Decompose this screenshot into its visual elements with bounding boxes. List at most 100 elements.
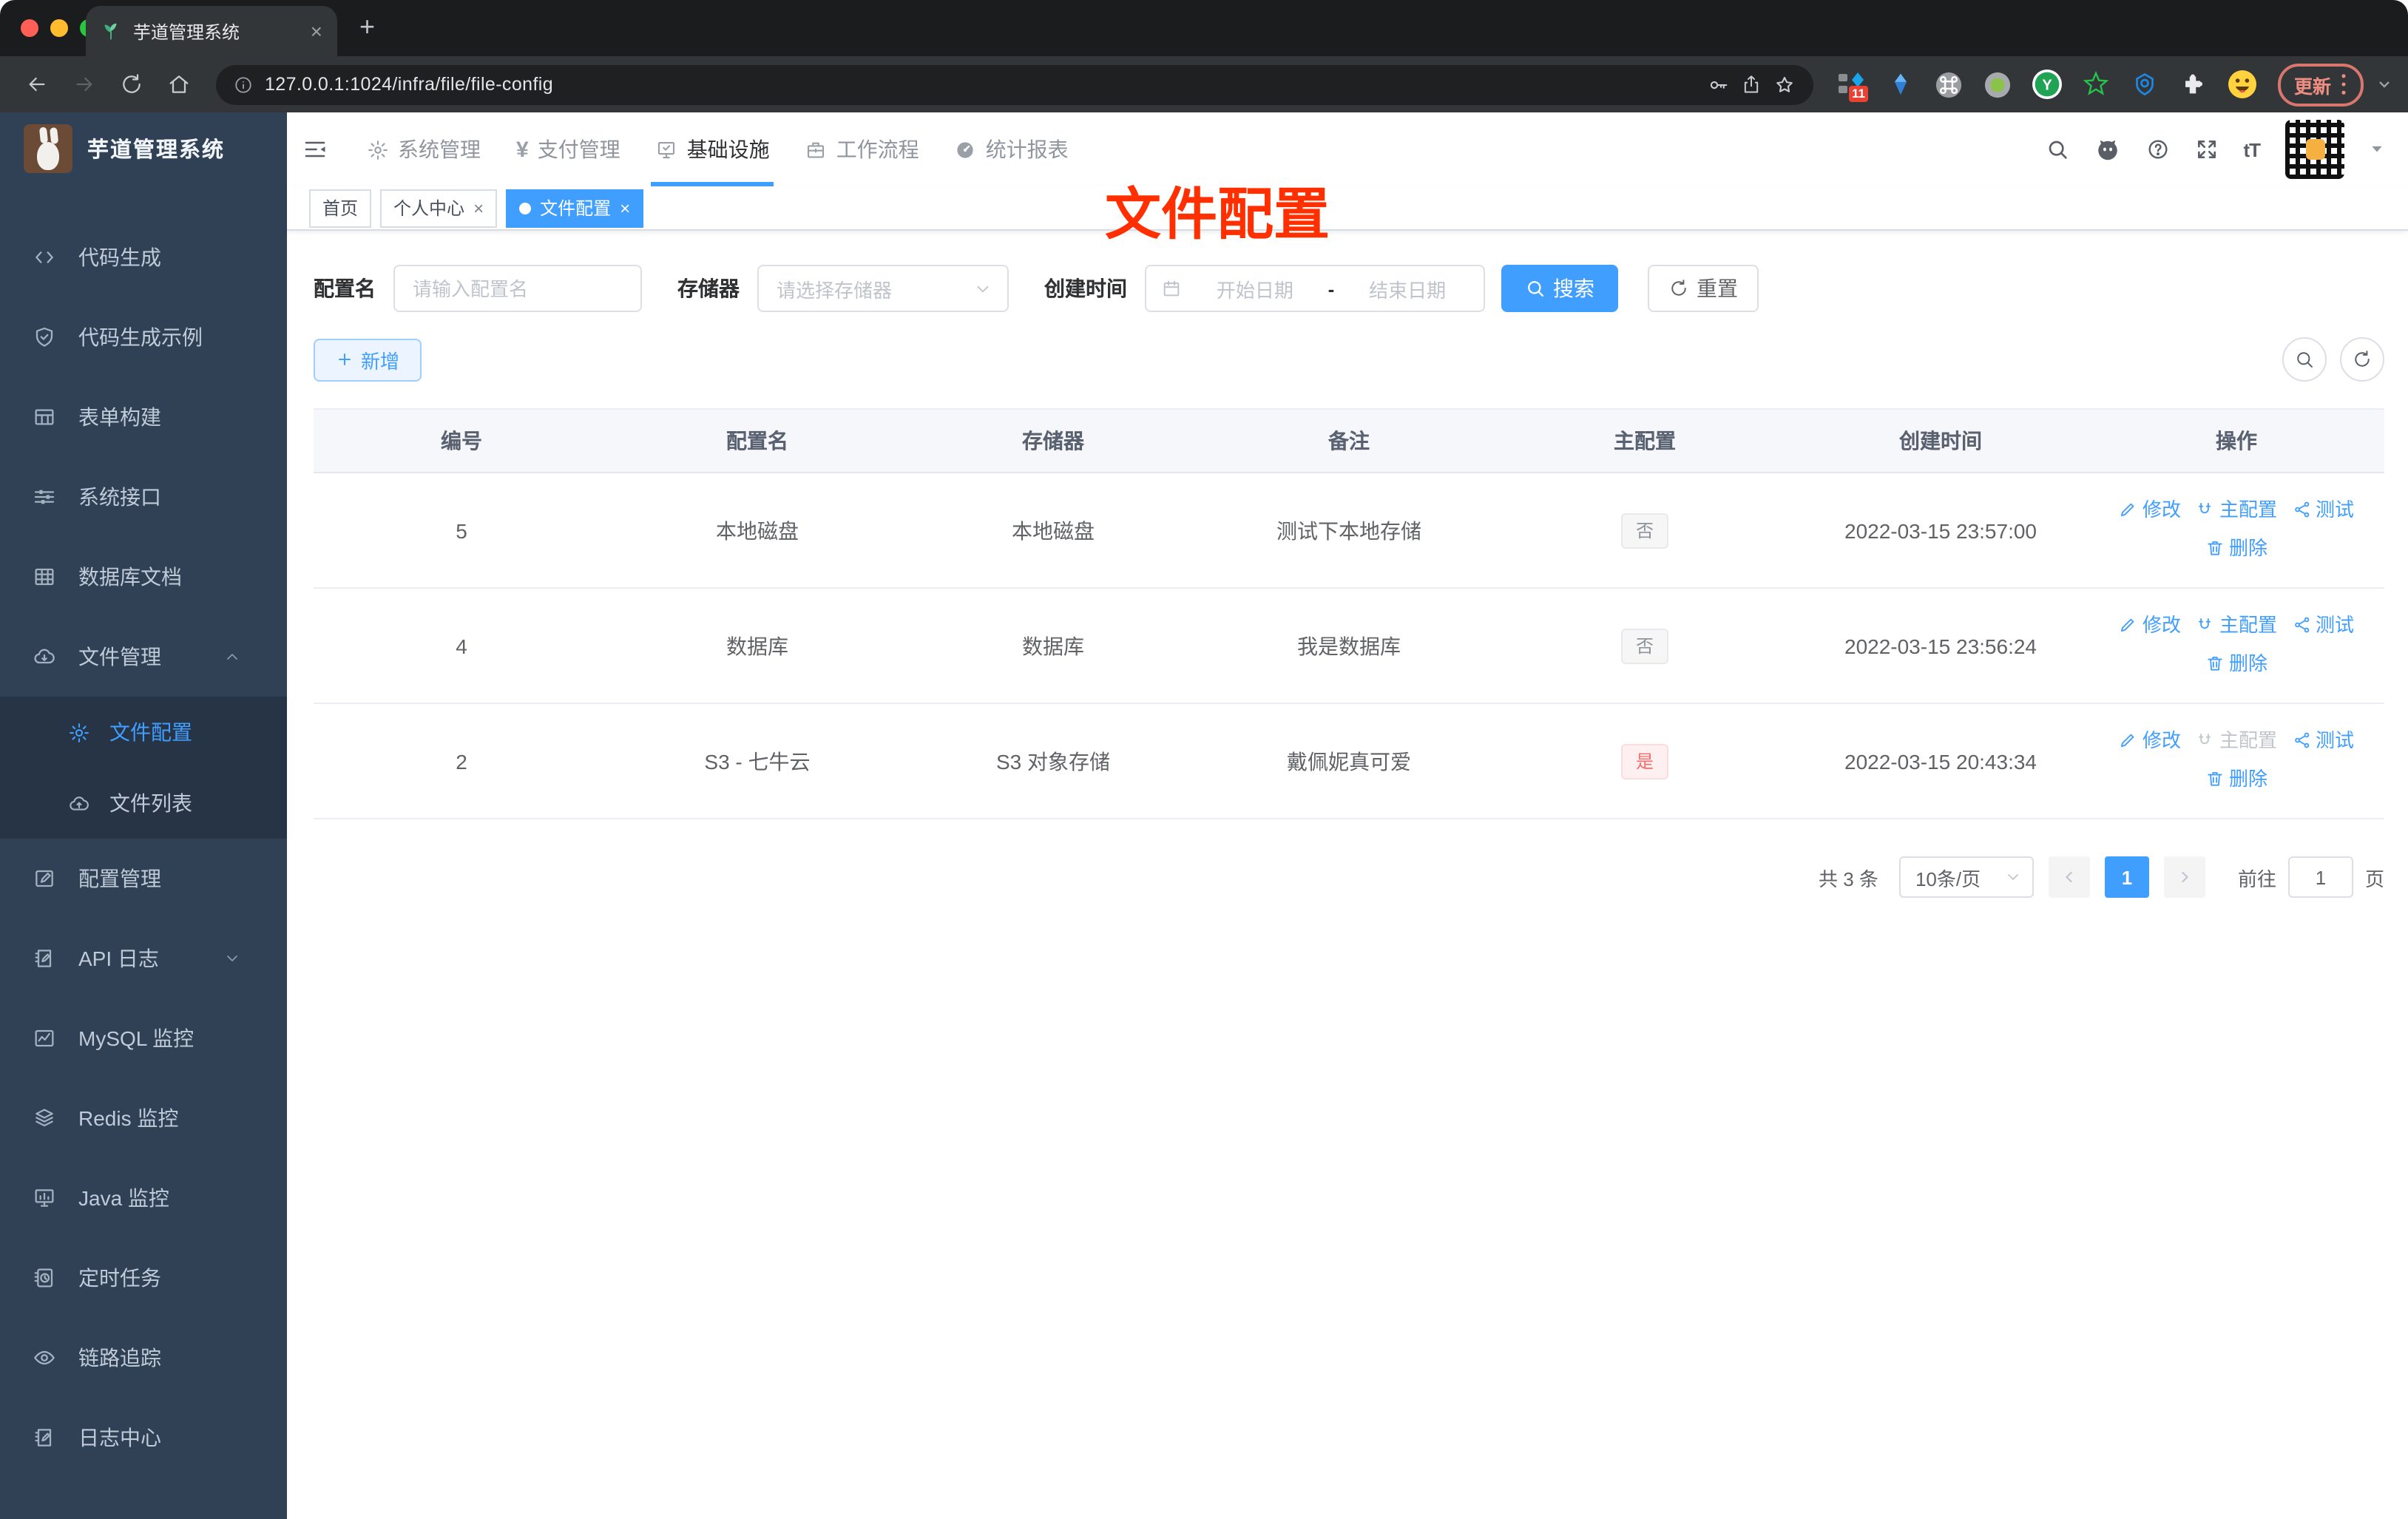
header-search-icon[interactable]	[2045, 138, 2069, 161]
delete-link[interactable]: 删除	[2205, 538, 2267, 558]
back-button[interactable]	[15, 62, 59, 106]
new-tab-button[interactable]: +	[359, 12, 375, 43]
nav-item-workflow[interactable]: 工作流程	[788, 112, 937, 186]
reset-button[interactable]: 重置	[1648, 265, 1759, 312]
site-info-icon[interactable]	[234, 75, 253, 94]
sidebar-item-mysql-monitor[interactable]: MySQL 监控	[0, 998, 287, 1078]
sidebar-item-tracing[interactable]: 链路追踪	[0, 1318, 287, 1398]
col-remark: 备注	[1201, 408, 1497, 473]
master-link[interactable]: 主配置	[2196, 500, 2277, 519]
add-button[interactable]: 新增	[314, 338, 422, 381]
extension-blue-eye-icon[interactable]	[2130, 70, 2160, 99]
sidebar-item-file-management[interactable]: 文件管理	[0, 617, 287, 697]
table-refresh-button[interactable]	[2340, 337, 2384, 382]
sidebar-collapse-icon[interactable]	[302, 136, 328, 163]
extension-command-icon[interactable]	[1935, 70, 1964, 99]
test-link[interactable]: 测试	[2292, 615, 2354, 635]
chrome-update-menu[interactable]: 更新	[2277, 63, 2364, 106]
search-icon	[2297, 352, 2313, 368]
nav-item-reports[interactable]: 统计报表	[937, 112, 1086, 186]
goto-page-input[interactable]	[2287, 856, 2353, 898]
tab-title: 芋道管理系统	[133, 21, 240, 42]
extension-y-icon[interactable]: Y	[2032, 70, 2062, 99]
delete-link[interactable]: 删除	[2205, 769, 2267, 788]
nav-item-system[interactable]: 系统管理	[349, 112, 498, 186]
config-name-input[interactable]	[393, 265, 642, 312]
sidebar-item-form-builder[interactable]: 表单构建	[0, 377, 287, 457]
sidebar-item-file-config[interactable]: 文件配置	[0, 697, 287, 768]
sidebar-item-redis-monitor[interactable]: Redis 监控	[0, 1078, 287, 1158]
edit-link[interactable]: 修改	[2119, 500, 2181, 519]
forward-button[interactable]	[62, 62, 106, 106]
github-icon[interactable]	[2094, 136, 2120, 163]
page-size-select[interactable]: 10条/页	[1898, 856, 2034, 898]
toolbar-overflow-caret-icon[interactable]	[2375, 75, 2393, 93]
date-range-picker[interactable]: 开始日期 - 结束日期	[1145, 265, 1485, 312]
sidebar-item-code-generation[interactable]: 代码生成	[0, 217, 287, 297]
share-nodes-icon	[2294, 617, 2309, 633]
edit-link[interactable]: 修改	[2119, 731, 2181, 750]
bookmark-star-icon[interactable]	[1773, 73, 1796, 95]
extension-puzzle-icon[interactable]	[2179, 70, 2208, 99]
pagination: 共 3 条 10条/页 1 前往 页	[314, 856, 2384, 898]
pencil-icon	[2121, 503, 2135, 517]
page-number-current[interactable]: 1	[2104, 856, 2149, 898]
start-date-placeholder[interactable]: 开始日期	[1194, 274, 1316, 302]
reload-button[interactable]	[109, 62, 154, 106]
extension-emoji-icon[interactable]	[2228, 70, 2257, 99]
extension-tabs-icon[interactable]: 11	[1837, 70, 1868, 102]
tag-close-icon[interactable]: ×	[620, 199, 630, 217]
fullscreen-icon[interactable]	[2194, 138, 2218, 161]
sidebar-item-file-list[interactable]: 文件列表	[0, 768, 287, 839]
table-search-toggle-button[interactable]	[2282, 337, 2327, 382]
avatar-qr-image[interactable]	[2285, 120, 2344, 179]
home-button[interactable]	[157, 62, 201, 106]
next-page-button[interactable]	[2163, 856, 2205, 898]
primary-badge: 否	[1620, 628, 1668, 663]
sidebar-item-db-doc[interactable]: 数据库文档	[0, 537, 287, 617]
address-bar[interactable]: 127.0.0.1:1024/infra/file/file-config	[216, 64, 1813, 104]
font-size-icon[interactable]: tT	[2243, 138, 2261, 160]
nav-item-infrastructure[interactable]: 基础设施	[638, 112, 788, 186]
col-created: 创建时间	[1793, 408, 2089, 473]
close-window-button[interactable]	[21, 19, 38, 37]
sidebar-item-system-api[interactable]: 系统接口	[0, 457, 287, 537]
chevron-left-icon	[2066, 871, 2072, 883]
tag-file-config[interactable]: 文件配置 ×	[506, 189, 644, 227]
sidebar-logo[interactable]: 芋道管理系统	[0, 112, 287, 185]
search-button[interactable]: 搜索	[1501, 265, 1618, 312]
test-link[interactable]: 测试	[2292, 500, 2354, 519]
prev-page-button[interactable]	[2048, 856, 2090, 898]
test-link[interactable]: 测试	[2292, 731, 2354, 750]
browser-tab[interactable]: 芋道管理系统 ×	[86, 6, 337, 56]
tag-close-icon[interactable]: ×	[473, 199, 484, 217]
sidebar-item-scheduled-tasks[interactable]: 定时任务	[0, 1238, 287, 1318]
edit-link[interactable]: 修改	[2119, 615, 2181, 635]
sidebar-item-log-center[interactable]: 日志中心	[0, 1398, 287, 1478]
avatar-caret-down-icon[interactable]	[2370, 142, 2384, 157]
sidebar-item-config-management[interactable]: 配置管理	[0, 839, 287, 918]
url-text[interactable]: 127.0.0.1:1024/infra/file/file-config	[265, 74, 1695, 95]
tab-close-icon[interactable]: ×	[311, 21, 322, 41]
sidebar-item-java-monitor[interactable]: Java 监控	[0, 1158, 287, 1238]
extension-green-star-icon[interactable]	[2081, 70, 2111, 99]
help-icon[interactable]	[2145, 138, 2169, 161]
password-key-icon[interactable]	[1707, 73, 1729, 95]
sidebar: 芋道管理系统 代码生成 代码生成示例 表单构建 系统接口 数据库文档 文件管理 …	[0, 112, 287, 1519]
pencil-icon	[2121, 734, 2135, 748]
sidebar-item-api-log[interactable]: API 日志	[0, 918, 287, 998]
tag-profile[interactable]: 个人中心 ×	[380, 189, 498, 227]
end-date-placeholder[interactable]: 结束日期	[1346, 274, 1469, 302]
delete-link[interactable]: 删除	[2205, 654, 2267, 673]
nav-item-payment[interactable]: ¥ 支付管理	[498, 112, 638, 186]
magnet-icon	[2199, 618, 2211, 629]
tag-home[interactable]: 首页	[309, 189, 372, 227]
storage-select[interactable]: 请选择存储器	[757, 265, 1009, 312]
minimize-window-button[interactable]	[50, 19, 68, 37]
sidebar-item-code-example[interactable]: 代码生成示例	[0, 297, 287, 377]
master-link[interactable]: 主配置	[2196, 615, 2277, 635]
extension-balloon-icon[interactable]	[1886, 70, 1915, 99]
primary-badge: 否	[1620, 512, 1668, 548]
extension-gray-circle-icon[interactable]	[1983, 70, 2013, 99]
share-icon[interactable]	[1741, 74, 1762, 95]
